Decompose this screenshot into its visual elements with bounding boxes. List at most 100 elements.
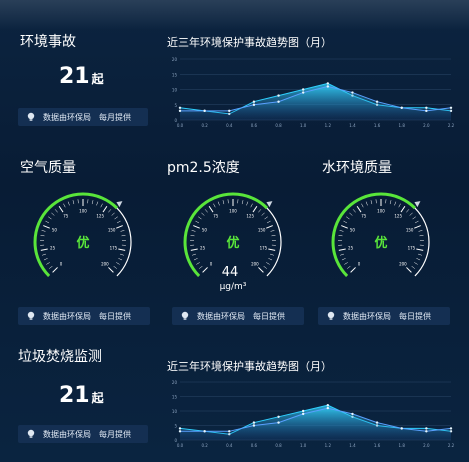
gauge-tick: [49, 265, 53, 269]
gauge-tick: [266, 220, 271, 224]
data-point: [252, 424, 256, 427]
gauge-tick: [394, 201, 397, 206]
gauge-tick: [347, 265, 351, 269]
x-tick-label: 0.2: [201, 443, 208, 448]
lightbulb-icon: [27, 112, 35, 121]
x-tick-label: 1.2: [325, 443, 332, 448]
gauge-tick: [409, 212, 413, 216]
data-point: [425, 427, 428, 430]
data-point: [178, 427, 182, 430]
data-point: [326, 406, 330, 410]
gauge-tick: [258, 209, 262, 213]
gauge-tick: [118, 258, 123, 261]
y-tick-label: 5: [174, 424, 177, 429]
data-point: [252, 421, 256, 424]
gauge-scale-label: 75: [213, 214, 219, 219]
accident-count: 21 起: [59, 64, 104, 89]
gauge-tick: [45, 220, 50, 224]
gauge-tick: [350, 267, 356, 273]
data-point: [228, 430, 231, 433]
gauge-scale-label: 125: [246, 214, 254, 219]
gauge-tick: [222, 200, 225, 205]
gauge-tick: [116, 220, 121, 224]
gauge-tick: [116, 225, 123, 229]
x-tick-label: 0.8: [275, 443, 282, 448]
y-tick-label: 20: [172, 380, 178, 385]
gauge-tick: [246, 201, 249, 206]
data-point: [301, 412, 305, 416]
gauge-scale-label: 75: [63, 214, 69, 219]
x-tick-label: 1.0: [300, 123, 307, 128]
gauge-tick: [201, 212, 205, 216]
x-tick-label: 2.0: [423, 443, 430, 448]
gauge-tick: [54, 209, 58, 213]
gauge-tick: [100, 203, 103, 208]
data-point: [178, 430, 182, 433]
gauge-scale-label: 75: [361, 214, 367, 219]
data-point: [203, 430, 206, 433]
gauge-tick: [108, 209, 112, 213]
accident-title: 环境事故: [20, 34, 76, 50]
gauge-tick: [116, 262, 120, 265]
gauge-tick: [261, 212, 265, 216]
y-tick-label: 15: [172, 395, 178, 400]
gauge-tick: [414, 220, 419, 224]
data-point: [178, 109, 182, 113]
waste-title: 垃圾焚烧监测: [18, 349, 102, 365]
gauge-tick: [114, 216, 118, 220]
gauge-tick: [389, 200, 392, 205]
x-tick-label: 1.6: [374, 443, 381, 448]
series-area: [180, 86, 451, 120]
data-point: [449, 106, 453, 109]
y-tick-label: 20: [172, 57, 178, 62]
x-tick-label: 1.2: [325, 123, 332, 128]
gauge-tick: [406, 267, 412, 273]
gauge-tick: [406, 209, 410, 213]
x-tick-label: 0.4: [226, 443, 233, 448]
gauge-tick: [192, 253, 196, 256]
air-quality-grade: 优: [76, 236, 90, 251]
x-tick-label: 0.0: [177, 123, 184, 128]
data-point: [326, 85, 330, 88]
data-point: [277, 415, 280, 418]
gauge-scale-label: 125: [96, 214, 104, 219]
gauge-tick: [414, 225, 421, 229]
waste-count: 21 起: [59, 383, 104, 408]
water-quality-title: 水环境质量: [322, 160, 392, 176]
data-point: [252, 103, 256, 106]
lightbulb-icon: [327, 311, 335, 320]
gauge-pointer-icon: [266, 201, 273, 208]
data-point: [375, 421, 379, 424]
gauge-tick: [266, 262, 270, 265]
gauge-tick: [349, 212, 353, 216]
data-point: [326, 404, 330, 407]
pm25-title: pm2.5浓度: [167, 160, 240, 176]
data-point: [425, 106, 428, 109]
gauge-tick: [102, 205, 108, 213]
gauge-tick: [352, 209, 356, 213]
pm25-grade: 优: [226, 236, 240, 251]
gauge-tick: [370, 200, 373, 205]
gauge-tick: [108, 267, 114, 273]
water-quality-grade: 优: [374, 236, 388, 251]
gauge-scale-label: 100: [377, 209, 385, 214]
x-tick-label: 2.2: [448, 123, 455, 128]
data-point: [277, 94, 280, 97]
data-point: [425, 430, 428, 433]
x-tick-label: 0.8: [275, 123, 282, 128]
gauge-tick: [113, 265, 117, 269]
gauge-tick: [217, 201, 220, 206]
gauge-tick: [241, 200, 244, 205]
waste-chart-title: 近三年环境保护事故趋势图（月）: [167, 360, 332, 373]
x-tick-label: 0.6: [251, 123, 258, 128]
gauge-tick: [414, 262, 418, 265]
air-quality-gauge: 0 25 50 75 100 125 150 175 200 优: [28, 187, 138, 297]
gauge-pointer-icon: [414, 201, 421, 208]
gauge-tick: [418, 253, 422, 256]
lightbulb-icon: [181, 311, 189, 320]
gauge-tick: [340, 253, 344, 256]
data-point: [400, 106, 403, 109]
gauge-tick: [264, 216, 268, 220]
gauge-tick: [400, 205, 406, 213]
gauge-scale-label: 200: [399, 261, 407, 266]
